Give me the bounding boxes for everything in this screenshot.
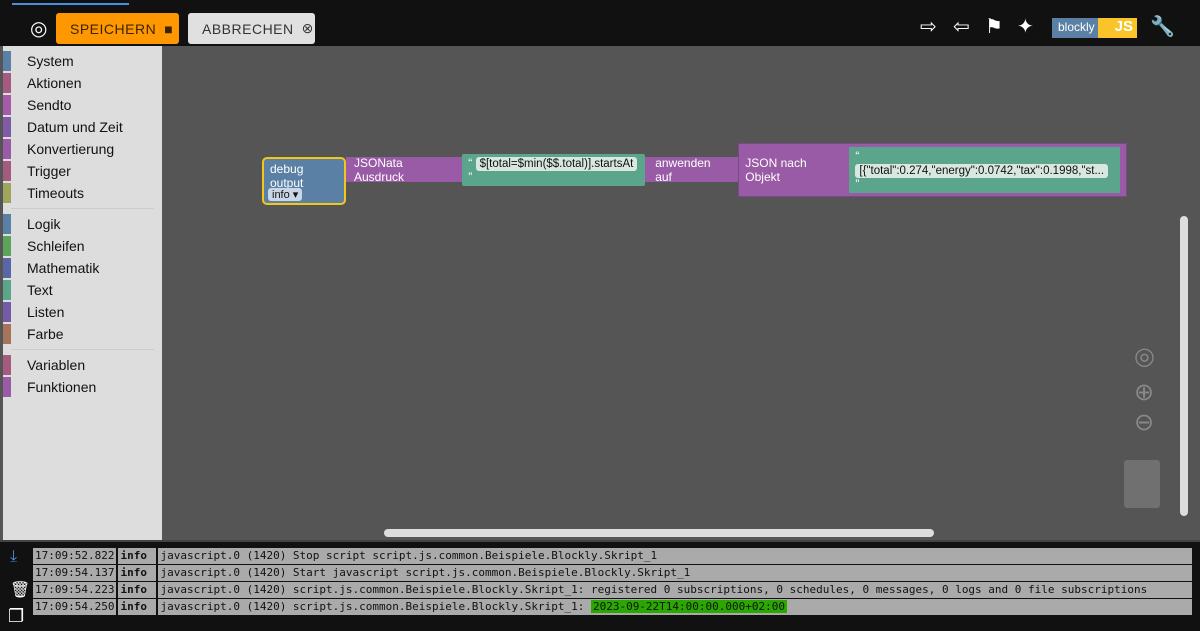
zoom-in-icon[interactable]: ⊕: [1134, 378, 1154, 407]
scroll-down-icon[interactable]: ⤓: [10, 548, 17, 566]
toolbox: System Aktionen Sendto Datum und Zeit Konver…: [0, 46, 162, 540]
locate-icon[interactable]: ◎: [30, 16, 47, 41]
horizontal-scrollbar[interactable]: [384, 529, 934, 537]
category-color: [3, 139, 11, 159]
level-dropdown[interactable]: info ▾: [268, 188, 303, 201]
category-color: [3, 280, 11, 300]
category-color: [3, 183, 11, 203]
toolbox-category[interactable]: Trigger: [3, 160, 162, 182]
category-color: [3, 51, 11, 71]
json-text-block[interactable]: “ [{"total":0.274,"energy":0.0742,"tax":…: [849, 146, 1121, 193]
toolbox-category[interactable]: Farbe: [3, 323, 162, 345]
export-icon[interactable]: ⇨: [920, 14, 937, 39]
separator: [11, 349, 154, 350]
copy-icon[interactable]: ❐: [8, 606, 24, 627]
expression-text-block[interactable]: “ $[total=$min($$.total)].startsAt ”: [462, 153, 646, 186]
toolbox-category[interactable]: Aktionen: [3, 72, 162, 94]
category-color: [3, 302, 11, 322]
import-icon[interactable]: ⇦: [953, 14, 970, 39]
log-row: 17:09:54.223 info javascript.0 (1420) scri…: [33, 582, 1194, 598]
category-color: [3, 258, 11, 278]
jsonata-block[interactable]: JSONata Ausdruck “ $[total=$min($$.total…: [346, 142, 1128, 197]
vertical-scrollbar[interactable]: [1180, 216, 1188, 516]
category-color: [3, 214, 11, 234]
toolbox-category[interactable]: Datum und Zeit: [3, 116, 162, 138]
json-to-object-block[interactable]: JSON nach Objekt “ [{"total":0.274,"ener…: [738, 142, 1128, 197]
toolbox-category[interactable]: Listen: [3, 301, 162, 323]
log-panel: ⤓ 🗑 ❐ 17:09:52.822 info javascript.0 (1420…: [0, 540, 1200, 631]
log-row: 17:09:54.250 info javascript.0 (1420) scri…: [33, 599, 1194, 615]
save-button[interactable]: SPEICHERN ■: [56, 13, 179, 44]
category-color: [3, 95, 11, 115]
toolbox-category[interactable]: System: [3, 50, 162, 72]
floppy-icon: ■: [164, 20, 174, 37]
clear-log-icon[interactable]: 🗑: [10, 580, 30, 600]
toolbox-category[interactable]: Text: [3, 279, 162, 301]
toolbox-category[interactable]: Funktionen: [3, 376, 162, 398]
toolbox-category[interactable]: Schleifen: [3, 235, 162, 257]
category-color: [3, 355, 11, 375]
toolbox-category[interactable]: Mathematik: [3, 257, 162, 279]
workspace[interactable]: debug output info ▾ JSONata Ausdruck “ $…: [162, 46, 1200, 540]
log-row: 17:09:52.822 info javascript.0 (1420) Stop…: [33, 548, 1194, 564]
toolbox-category[interactable]: Logik: [3, 213, 162, 235]
sparkles-icon[interactable]: ✦: [1017, 14, 1034, 39]
recenter-icon[interactable]: ◎: [1134, 342, 1155, 371]
category-color: [3, 73, 11, 93]
blockly-js-toggle[interactable]: blockly JS: [1052, 18, 1137, 38]
cancel-button[interactable]: ABBRECHEN ⊗: [188, 13, 315, 44]
separator: [11, 208, 154, 209]
category-color: [3, 236, 11, 256]
trash-icon[interactable]: [1124, 460, 1160, 508]
category-color: [3, 117, 11, 137]
category-color: [3, 324, 11, 344]
checkered-flag-icon[interactable]: ⚑: [985, 14, 1003, 39]
close-circle-icon: ⊗: [301, 20, 314, 36]
category-color: [3, 161, 11, 181]
zoom-out-icon[interactable]: ⊖: [1134, 408, 1154, 437]
toolbox-category[interactable]: Variablen: [3, 354, 162, 376]
wrench-icon[interactable]: 🔧: [1150, 14, 1175, 39]
category-color: [3, 377, 11, 397]
toolbox-category[interactable]: Konvertierung: [3, 138, 162, 160]
log-row: 17:09:54.137 info javascript.0 (1420) Star…: [33, 565, 1194, 581]
toolbox-category[interactable]: Sendto: [3, 94, 162, 116]
toolbar: ◎ SPEICHERN ■ ABBRECHEN ⊗ ⇨ ⇦ ⚑ ✦ blockly …: [0, 0, 1200, 46]
debug-output-block[interactable]: debug output info ▾: [262, 157, 346, 205]
toolbox-category[interactable]: Timeouts: [3, 182, 162, 204]
